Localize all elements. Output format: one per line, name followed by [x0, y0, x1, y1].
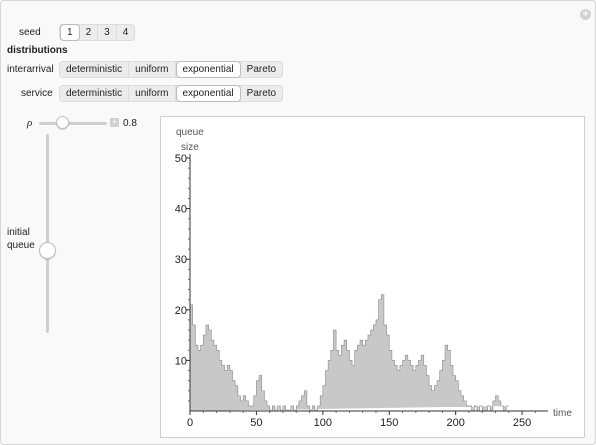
y-tick-label: 10 — [175, 355, 187, 367]
x-tick-label: 200 — [446, 417, 464, 429]
rho-slider-thumb[interactable] — [56, 116, 69, 129]
queue-size-chart: queue size time 0 50 100 150 200 250 10 20 30 40 5… — [175, 127, 573, 429]
service-option-exponential[interactable]: exponential — [175, 85, 241, 102]
service-option-uniform[interactable]: uniform — [129, 86, 176, 101]
y-tick-label: 50 — [175, 153, 187, 165]
y-tick-label: 20 — [175, 305, 187, 317]
y-axis-title-1: queue — [176, 127, 204, 138]
interarrival-selector[interactable]: deterministic uniform exponential Pareto — [59, 61, 284, 78]
interarrival-option-uniform[interactable]: uniform — [129, 62, 176, 77]
service-label: service — [21, 88, 53, 99]
seed-selector[interactable]: 1234 — [59, 24, 136, 41]
add-icon[interactable]: + — [580, 9, 591, 20]
service-selector[interactable]: deterministic uniform exponential Pareto — [59, 85, 284, 102]
seed-option-4[interactable]: 4 — [117, 25, 135, 40]
y-tick-label: 40 — [175, 204, 187, 216]
initial-queue-label-1: initial — [7, 227, 30, 238]
demonstration-panel: + seed 1234 distributions interarrival d… — [0, 0, 596, 445]
seed-option-1[interactable]: 1 — [60, 24, 80, 41]
queue-size-area — [189, 294, 509, 412]
x-tick-label: 50 — [250, 417, 262, 429]
x-axis-title: time — [553, 408, 572, 419]
service-option-pareto[interactable]: Pareto — [241, 86, 282, 101]
seed-label: seed — [19, 27, 41, 38]
service-option-deterministic[interactable]: deterministic — [60, 86, 130, 101]
x-tick-label: 0 — [187, 417, 193, 429]
interarrival-option-deterministic[interactable]: deterministic — [60, 62, 130, 77]
initial-queue-slider-thumb[interactable] — [39, 242, 56, 259]
interarrival-label: interarrival — [7, 64, 54, 75]
y-axis-title-2: size — [181, 142, 199, 153]
rho-value: 0.8 — [123, 118, 137, 129]
interarrival-option-exponential[interactable]: exponential — [175, 61, 241, 78]
interarrival-option-pareto[interactable]: Pareto — [241, 62, 282, 77]
distributions-heading: distributions — [7, 45, 68, 56]
queue-plot: queue size time 0 50 100 150 200 250 10 20 30 40 5… — [160, 116, 585, 438]
x-tick-label: 150 — [380, 417, 398, 429]
rho-slider-track[interactable] — [39, 122, 107, 125]
expand-icon[interactable]: + — [110, 118, 119, 127]
x-tick-label: 100 — [314, 417, 332, 429]
initial-queue-slider-track[interactable] — [46, 134, 49, 333]
rho-label: ρ — [27, 117, 33, 129]
seed-option-3[interactable]: 3 — [98, 25, 117, 40]
y-tick-label: 30 — [175, 254, 187, 266]
initial-queue-label-2: queue — [7, 240, 35, 251]
seed-option-2[interactable]: 2 — [80, 25, 99, 40]
x-tick-label: 250 — [513, 417, 531, 429]
